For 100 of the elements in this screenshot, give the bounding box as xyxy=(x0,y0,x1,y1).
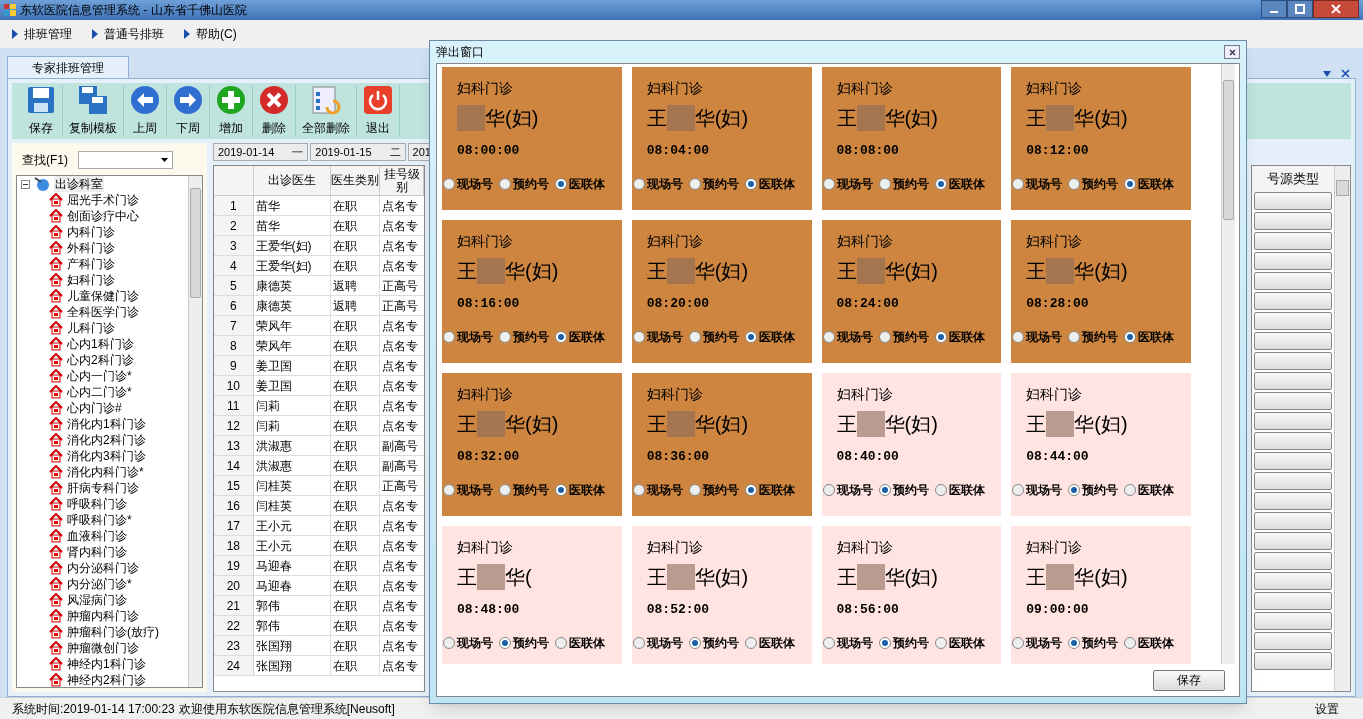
menu-item[interactable]: 普通号排班 xyxy=(92,25,164,43)
tree-root[interactable]: 出诊科室 xyxy=(54,176,104,192)
schedule-card[interactable]: 妇科门诊 王 华(妇) 08:08:00 现场号 预约号 医联体 xyxy=(821,67,1002,210)
tree-item[interactable]: 肝病专科门诊 xyxy=(67,480,139,496)
source-type-button[interactable] xyxy=(1254,552,1332,570)
tree-item[interactable]: 产科门诊 xyxy=(67,256,115,272)
tree-item[interactable]: 屈光手术门诊 xyxy=(67,192,139,208)
tree-item[interactable]: 儿童保健门诊 xyxy=(67,288,139,304)
schedule-card[interactable]: 妇科门诊 王 华(妇) 08:04:00 现场号 预约号 医联体 xyxy=(631,67,812,210)
source-type-button[interactable] xyxy=(1254,432,1332,450)
source-radio[interactable]: 医联体 xyxy=(555,174,605,193)
schedule-card[interactable]: 妇科门诊 王 华(妇) 08:12:00 现场号 预约号 医联体 xyxy=(1011,67,1191,210)
source-radio[interactable]: 现场号 xyxy=(822,327,873,346)
source-radio[interactable]: 预约号 xyxy=(878,633,929,652)
source-type-button[interactable] xyxy=(1254,512,1332,530)
tree-item[interactable]: 全科医学门诊 xyxy=(67,304,139,320)
source-radio[interactable]: 现场号 xyxy=(1012,633,1063,652)
tree-item[interactable]: 呼吸科门诊* xyxy=(67,512,132,528)
tree-item[interactable]: 外科门诊 xyxy=(67,240,115,256)
toolbar-button[interactable]: 保存 xyxy=(20,85,63,137)
tree-item[interactable]: 心内一门诊* xyxy=(67,368,132,384)
tree-item[interactable]: 肿瘤微创门诊 xyxy=(67,640,139,656)
source-radio[interactable]: 现场号 xyxy=(443,633,493,652)
save-button[interactable]: 保存 xyxy=(1153,669,1225,691)
tree-item[interactable]: 肾内科门诊 xyxy=(67,544,127,560)
source-radio[interactable]: 现场号 xyxy=(632,480,683,499)
scrollbar[interactable] xyxy=(1221,64,1235,664)
source-radio[interactable]: 预约号 xyxy=(878,174,929,193)
schedule-card[interactable]: 妇科门诊 王 华(妇) 09:00:00 现场号 预约号 医联体 xyxy=(1011,526,1191,664)
schedule-card[interactable]: 妇科门诊 王 华(妇) 08:52:00 现场号 预约号 医联体 xyxy=(631,526,812,664)
toolbar-button[interactable]: 全部删除 xyxy=(296,85,357,137)
collapse-toggle[interactable] xyxy=(21,179,30,189)
date-tab[interactable]: 2019-01-14 一 xyxy=(213,143,309,161)
toolbar-button[interactable]: 退出 xyxy=(357,85,400,137)
schedule-card[interactable]: 妇科门诊 王 华(妇) 08:28:00 现场号 预约号 医联体 xyxy=(1011,220,1191,363)
tree-item[interactable]: 神经内1科门诊 xyxy=(67,656,146,672)
schedule-card[interactable]: 妇科门诊 王 华(妇) 08:56:00 现场号 预约号 医联体 xyxy=(821,526,1002,664)
source-radio[interactable]: 现场号 xyxy=(822,174,873,193)
source-radio[interactable]: 医联体 xyxy=(744,327,795,346)
tree-item[interactable]: 心内1科门诊 xyxy=(67,336,134,352)
source-radio[interactable]: 医联体 xyxy=(744,633,795,652)
toolbar-button[interactable]: 上周 xyxy=(124,85,167,137)
tree-item[interactable]: 心内二门诊* xyxy=(67,384,132,400)
source-radio[interactable]: 现场号 xyxy=(822,480,873,499)
source-type-button[interactable] xyxy=(1254,232,1332,250)
source-radio[interactable]: 医联体 xyxy=(934,480,985,499)
source-radio[interactable]: 现场号 xyxy=(1012,480,1063,499)
schedule-card[interactable]: 妇科门诊 王 华(妇) 08:36:00 现场号 预约号 医联体 xyxy=(631,373,812,516)
tree-item[interactable]: 创面诊疗中心 xyxy=(67,208,139,224)
source-radio[interactable]: 医联体 xyxy=(934,174,985,193)
tree-item[interactable]: 血液科门诊 xyxy=(67,528,127,544)
tree-item[interactable]: 内分泌门诊* xyxy=(67,576,132,592)
source-radio[interactable]: 医联体 xyxy=(1124,480,1175,499)
source-radio[interactable]: 医联体 xyxy=(1124,174,1175,193)
tab[interactable]: 专家排班管理 xyxy=(7,56,129,78)
source-radio[interactable]: 预约号 xyxy=(688,174,739,193)
source-radio[interactable]: 预约号 xyxy=(1068,327,1119,346)
source-type-button[interactable] xyxy=(1254,592,1332,610)
source-radio[interactable]: 现场号 xyxy=(1012,327,1063,346)
close-button[interactable] xyxy=(1224,45,1240,59)
source-radio[interactable]: 医联体 xyxy=(744,480,795,499)
source-radio[interactable]: 现场号 xyxy=(632,633,683,652)
tree-item[interactable]: 心内门诊# xyxy=(67,400,122,416)
close-button[interactable] xyxy=(1313,0,1359,18)
source-type-button[interactable] xyxy=(1254,612,1332,630)
settings-link[interactable]: 设置 xyxy=(1315,699,1351,718)
source-radio[interactable]: 现场号 xyxy=(822,633,873,652)
tree-item[interactable]: 消化内1科门诊 xyxy=(67,416,146,432)
source-type-button[interactable] xyxy=(1254,412,1332,430)
source-type-button[interactable] xyxy=(1254,392,1332,410)
source-type-button[interactable] xyxy=(1254,312,1332,330)
tree-item[interactable]: 消化内科门诊* xyxy=(67,464,144,480)
source-radio[interactable]: 现场号 xyxy=(632,174,683,193)
search-dropdown[interactable] xyxy=(78,151,173,169)
source-radio[interactable]: 预约号 xyxy=(499,480,549,499)
source-type-button[interactable] xyxy=(1254,572,1332,590)
schedule-card[interactable]: 妇科门诊 王 华(妇) 08:40:00 现场号 预约号 医联体 xyxy=(821,373,1002,516)
tree-item[interactable]: 消化内3科门诊 xyxy=(67,448,146,464)
source-type-button[interactable] xyxy=(1254,292,1332,310)
source-radio[interactable]: 医联体 xyxy=(555,480,605,499)
toolbar-button[interactable]: 删除 xyxy=(253,85,296,137)
minimize-button[interactable] xyxy=(1261,0,1287,18)
source-radio[interactable]: 预约号 xyxy=(688,480,739,499)
source-radio[interactable]: 预约号 xyxy=(688,633,739,652)
source-radio[interactable]: 预约号 xyxy=(499,327,549,346)
source-radio[interactable]: 医联体 xyxy=(1124,633,1175,652)
source-type-button[interactable] xyxy=(1254,272,1332,290)
scrollbar[interactable] xyxy=(1334,166,1350,691)
tree-item[interactable]: 妇科门诊 xyxy=(67,272,115,288)
schedule-card[interactable]: 妇科门诊 王 华( 08:48:00 现场号 预约号 医联体 xyxy=(442,526,622,664)
schedule-card[interactable]: 妇科门诊 王 华(妇) 08:44:00 现场号 预约号 医联体 xyxy=(1011,373,1191,516)
schedule-card[interactable]: 妇科门诊 华(妇) 08:00:00 现场号 预约号 医联体 xyxy=(442,67,622,210)
tree-item[interactable]: 内分泌科门诊 xyxy=(67,560,139,576)
schedule-card[interactable]: 妇科门诊 王 华(妇) 08:16:00 现场号 预约号 医联体 xyxy=(442,220,622,363)
scrollbar[interactable] xyxy=(188,176,202,687)
source-radio[interactable]: 预约号 xyxy=(1068,174,1119,193)
schedule-card[interactable]: 妇科门诊 王 华(妇) 08:24:00 现场号 预约号 医联体 xyxy=(821,220,1002,363)
maximize-button[interactable] xyxy=(1287,0,1313,18)
source-radio[interactable]: 医联体 xyxy=(555,327,605,346)
source-radio[interactable]: 预约号 xyxy=(878,480,929,499)
